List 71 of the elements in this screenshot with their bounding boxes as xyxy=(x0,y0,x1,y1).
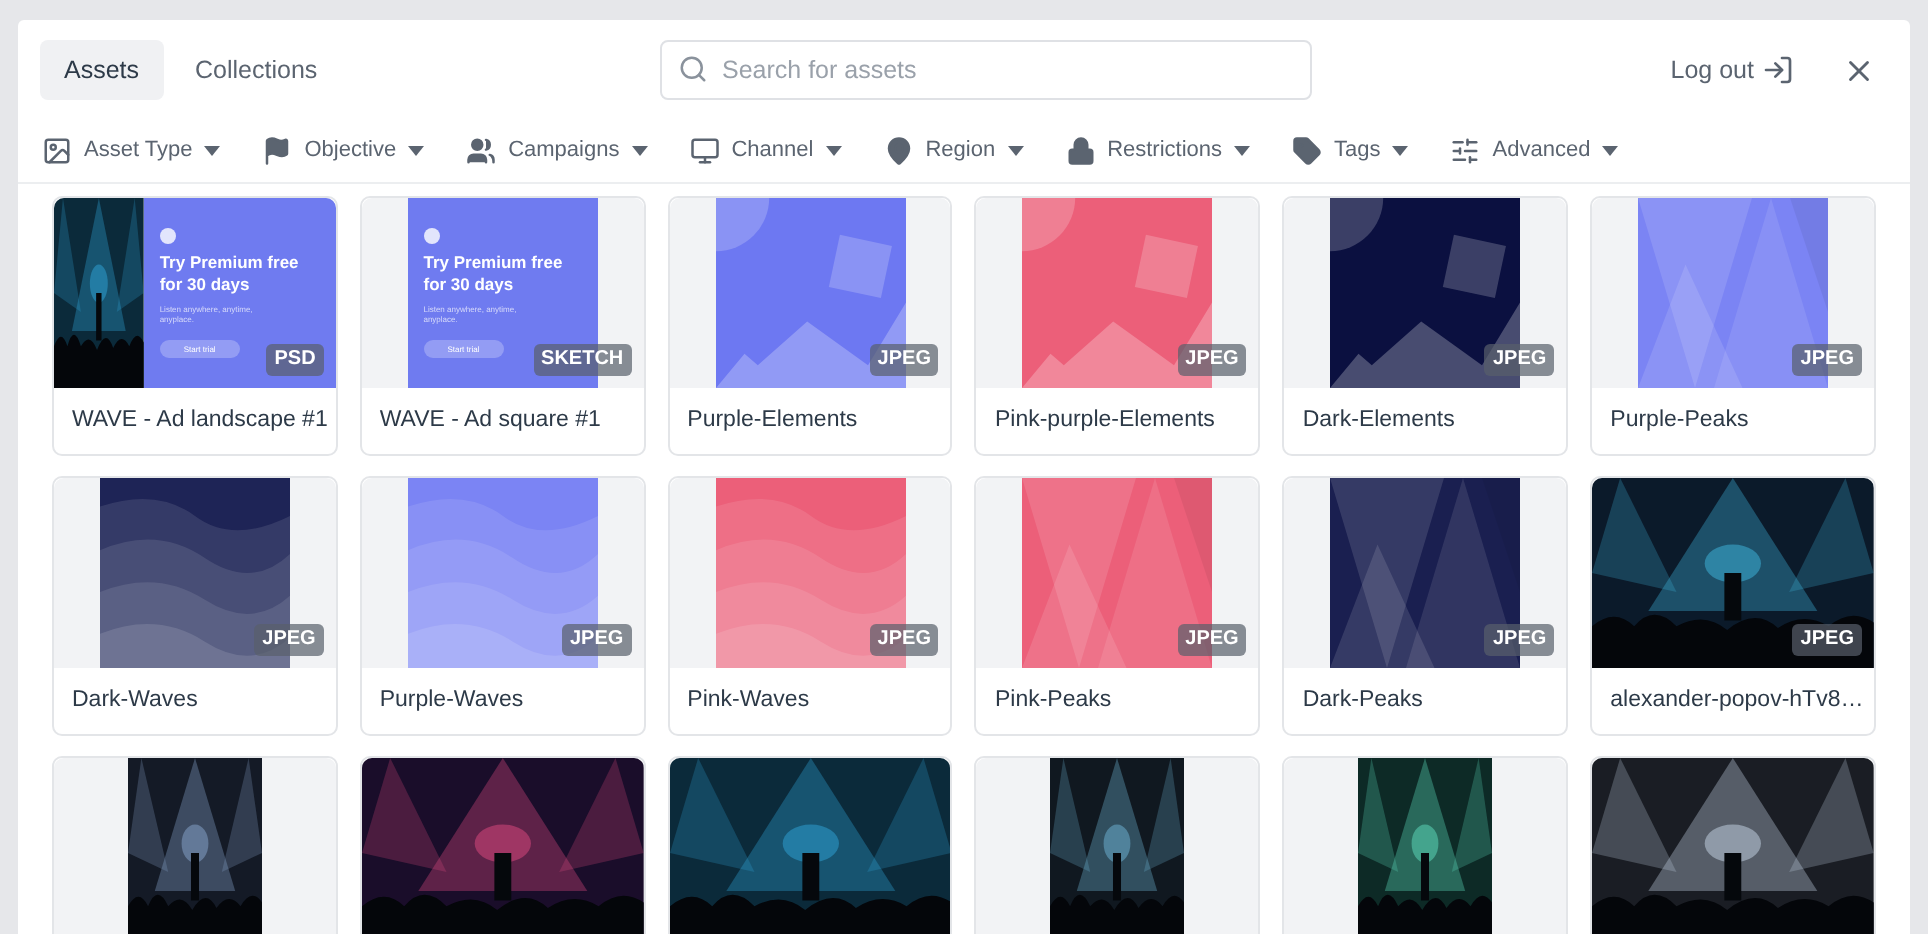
asset-card[interactable]: JPEG Purple-Peaks xyxy=(1590,196,1876,456)
format-badge: SKETCH xyxy=(533,344,632,376)
lock-icon xyxy=(1065,136,1096,166)
format-badge: JPEG xyxy=(1484,344,1555,376)
asset-card[interactable]: JPEG alexander-popov-hTv8… xyxy=(1590,476,1876,736)
asset-card[interactable]: JPEG Purple-Waves xyxy=(359,476,646,736)
format-badge: JPEG xyxy=(1792,624,1862,656)
filter-dropdown[interactable]: Objective xyxy=(262,134,425,168)
caret-icon xyxy=(408,146,425,156)
format-badge: JPEG xyxy=(254,624,324,656)
filter-dropdown[interactable]: Asset Type xyxy=(42,134,221,168)
tab[interactable]: Assets xyxy=(40,40,164,100)
format-badge: PSD xyxy=(266,344,324,376)
tag-icon xyxy=(1292,136,1323,166)
caret-icon xyxy=(1602,146,1619,156)
asset-name: Pink-Waves xyxy=(687,685,810,716)
caret-icon xyxy=(1392,146,1409,156)
asset-name: WAVE - Ad landscape #1 xyxy=(72,405,328,436)
format-badge: JPEG xyxy=(869,624,939,656)
caret-icon xyxy=(825,146,842,156)
asset-name: WAVE - Ad square #1 xyxy=(379,405,601,436)
flag-icon xyxy=(262,136,293,166)
format-badge: JPEG xyxy=(1177,624,1247,656)
asset-card[interactable]: JPEG Dark-Peaks xyxy=(1282,476,1569,736)
asset-card[interactable]: JPEG Pink-Waves xyxy=(667,476,953,736)
asset-card[interactable] xyxy=(1282,756,1569,934)
filter-dropdown[interactable]: Tags xyxy=(1292,134,1409,168)
asset-name: Purple-Waves xyxy=(379,685,524,716)
asset-card[interactable]: JPEG Dark-Waves xyxy=(52,476,338,736)
format-badge: JPEG xyxy=(1177,344,1247,376)
asset-name: Pink-Peaks xyxy=(994,685,1112,716)
filter-dropdown[interactable]: Campaigns xyxy=(466,134,648,168)
asset-name: Purple-Peaks xyxy=(1610,405,1749,436)
format-badge: JPEG xyxy=(1792,344,1862,376)
asset-name: Purple-Elements xyxy=(687,405,858,436)
caret-icon xyxy=(1007,146,1024,156)
monitor-icon xyxy=(689,136,720,166)
logout-button[interactable]: Log out xyxy=(1670,51,1794,89)
format-badge: JPEG xyxy=(561,624,632,656)
asset-name: alexander-popov-hTv8… xyxy=(1610,685,1864,716)
asset-name: Dark-Waves xyxy=(72,685,198,716)
asset-name: Dark-Peaks xyxy=(1302,685,1423,716)
asset-card[interactable]: JPEG Purple-Elements xyxy=(667,196,953,456)
people-icon xyxy=(466,136,497,166)
format-badge: JPEG xyxy=(1484,624,1555,656)
arrow-box-icon xyxy=(1762,54,1794,86)
asset-card[interactable] xyxy=(974,756,1261,934)
ad-headline: Try Premium free for 30 days xyxy=(423,252,565,296)
format-badge: JPEG xyxy=(869,344,939,376)
filter-dropdown[interactable]: Restrictions xyxy=(1065,134,1251,168)
asset-name: Pink-purple-Elements xyxy=(994,405,1215,436)
image-icon xyxy=(42,136,72,166)
asset-name: Dark-Elements xyxy=(1302,405,1455,436)
asset-card[interactable] xyxy=(52,756,338,934)
asset-card[interactable]: JPEG Pink-Peaks xyxy=(974,476,1261,736)
filter-dropdown[interactable]: Advanced xyxy=(1450,134,1619,168)
search-icon xyxy=(678,54,708,84)
filter-dropdown[interactable]: Region xyxy=(883,134,1024,168)
caret-icon xyxy=(1234,146,1251,156)
map-pin-icon xyxy=(883,136,914,166)
logo-icon xyxy=(423,228,440,244)
ad-headline: Try Premium free for 30 days xyxy=(159,252,301,296)
asset-card[interactable]: JPEG Pink-purple-Elements xyxy=(974,196,1261,456)
tab[interactable]: Collections xyxy=(171,40,342,100)
sliders-icon xyxy=(1450,136,1481,166)
caret-icon xyxy=(204,146,221,156)
logo-icon xyxy=(159,228,176,244)
caret-icon xyxy=(631,146,648,156)
search-field[interactable]: Search for assets xyxy=(660,40,1312,100)
filter-dropdown[interactable]: Channel xyxy=(689,134,842,168)
asset-card[interactable]: JPEG Dark-Elements xyxy=(1282,196,1569,456)
